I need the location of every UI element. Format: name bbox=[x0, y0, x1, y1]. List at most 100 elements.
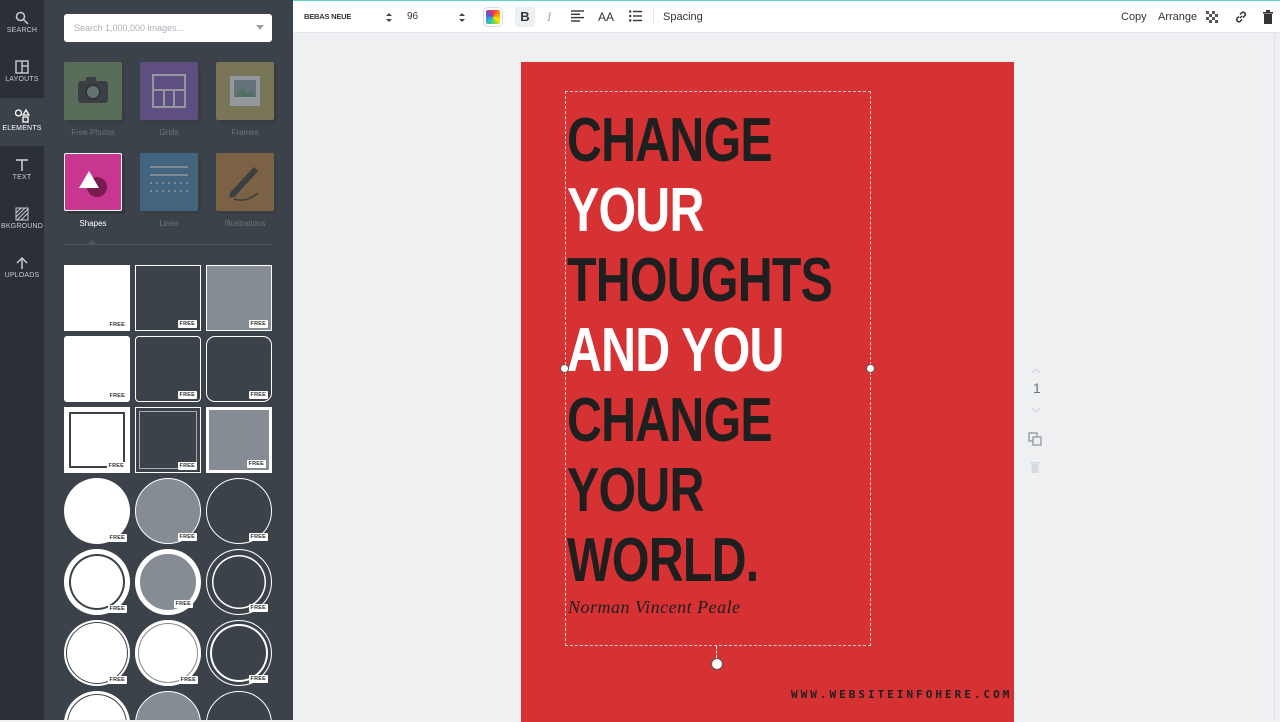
rail-text[interactable]: TEXT bbox=[0, 147, 44, 195]
shape-frame-white[interactable]: FREE bbox=[64, 407, 130, 473]
free-badge: FREE bbox=[178, 676, 198, 684]
category-label: Free Photos bbox=[71, 128, 115, 137]
copy-button[interactable]: Copy bbox=[1121, 1, 1147, 33]
trash-icon[interactable] bbox=[1262, 10, 1274, 24]
design-page[interactable]: CHANGE YOUR THOUGHTS AND YOU CHANGE YOUR… bbox=[521, 62, 1014, 722]
rail-background[interactable]: BKGROUND bbox=[0, 196, 44, 244]
rail-search[interactable]: SEARCH bbox=[0, 0, 44, 48]
category-label: Lines bbox=[159, 219, 179, 228]
elements-panel: Free Photos Grids Frames Shapes Lines Il… bbox=[44, 0, 293, 720]
free-badge: FREE bbox=[107, 392, 127, 400]
shape-square-dark[interactable]: FREE bbox=[135, 265, 201, 331]
shape-dotted-ring-white[interactable]: FREE bbox=[135, 620, 201, 686]
background-icon bbox=[15, 207, 29, 221]
quote-line: YOUR bbox=[567, 456, 704, 525]
quote-line: CHANGE bbox=[567, 386, 773, 455]
shape-circle-white[interactable]: FREE bbox=[64, 478, 130, 544]
shape-rounded-dark[interactable]: FREE bbox=[135, 336, 201, 402]
category-frames[interactable]: Frames bbox=[216, 62, 274, 137]
category-lines[interactable]: Lines bbox=[140, 153, 198, 228]
free-badge: FREE bbox=[107, 676, 127, 684]
category-label: Frames bbox=[231, 128, 259, 137]
free-badge: FREE bbox=[177, 320, 197, 328]
bold-button[interactable]: B bbox=[515, 7, 535, 27]
rail-layouts[interactable]: LAYOUTS bbox=[0, 49, 44, 97]
image-search[interactable] bbox=[64, 14, 272, 42]
font-family-select[interactable]: BEBAS NEUE bbox=[304, 1, 351, 33]
left-rail: SEARCH LAYOUTS ELEMENTS TEXT BKGROUND UP… bbox=[0, 0, 44, 720]
shape-double-ring-dark[interactable]: FREE bbox=[206, 620, 272, 686]
free-badge: FREE bbox=[248, 675, 268, 683]
search-icon bbox=[15, 11, 29, 25]
shape-dashed-circle-dark[interactable] bbox=[206, 691, 272, 720]
rail-label-uploads: UPLOADS bbox=[4, 272, 40, 279]
quote-line: THOUGHTS bbox=[567, 246, 833, 315]
shape-square-gray[interactable]: FREE bbox=[206, 265, 272, 331]
category-free-photos[interactable]: Free Photos bbox=[64, 62, 122, 137]
elements-icon bbox=[14, 109, 30, 123]
free-badge: FREE bbox=[107, 605, 127, 613]
list-icon[interactable] bbox=[629, 10, 643, 24]
shape-rounded-outline[interactable]: FREE bbox=[206, 336, 272, 402]
free-badge: FREE bbox=[106, 462, 126, 470]
italic-button[interactable]: I bbox=[547, 7, 559, 27]
chevron-down-icon[interactable] bbox=[256, 25, 264, 30]
shape-ring-dark[interactable]: FREE bbox=[206, 549, 272, 615]
free-badge: FREE bbox=[177, 462, 197, 470]
chevron-up-icon[interactable] bbox=[1031, 367, 1041, 374]
category-label: Grids bbox=[159, 128, 179, 137]
category-illustrations[interactable]: Illustrations bbox=[216, 153, 274, 228]
transparency-icon[interactable] bbox=[1206, 11, 1218, 23]
rail-uploads[interactable]: UPLOADS bbox=[0, 245, 44, 293]
shape-dashed-circle-white[interactable] bbox=[64, 691, 130, 720]
shape-dashed-circle-gray[interactable] bbox=[135, 691, 201, 720]
quote-line: CHANGE bbox=[567, 106, 773, 175]
uppercase-button[interactable]: AA bbox=[598, 1, 614, 33]
shape-rounded-white[interactable]: FREE bbox=[64, 336, 130, 402]
shape-circle-dark[interactable]: FREE bbox=[206, 478, 272, 544]
free-badge: FREE bbox=[246, 460, 266, 468]
shape-ring-gray[interactable]: FREE bbox=[135, 549, 201, 615]
shape-double-ring-white[interactable]: FREE bbox=[64, 620, 130, 686]
category-shapes[interactable]: Shapes bbox=[64, 153, 122, 228]
chevron-down-icon[interactable] bbox=[1031, 407, 1041, 414]
resize-handle-left[interactable] bbox=[560, 364, 569, 373]
shape-frame-gray[interactable]: FREE bbox=[206, 407, 272, 473]
toolbar-divider bbox=[653, 9, 654, 25]
rail-label-elements: ELEMENTS bbox=[2, 125, 42, 132]
rotate-handle-icon[interactable] bbox=[711, 658, 723, 670]
rail-label-background: BKGROUND bbox=[0, 223, 44, 230]
search-input[interactable] bbox=[64, 14, 244, 42]
spacing-button[interactable]: Spacing bbox=[663, 1, 703, 33]
shapes-icon bbox=[64, 153, 122, 211]
text-toolbar: BEBAS NEUE 96 B I AA Spacing Copy Arrang… bbox=[293, 0, 1280, 33]
resize-handle-right[interactable] bbox=[866, 364, 875, 373]
font-size-arrows-icon[interactable] bbox=[459, 13, 465, 22]
font-select-arrows-icon[interactable] bbox=[386, 13, 392, 22]
shape-ring-white[interactable]: FREE bbox=[64, 549, 130, 615]
quote-lines: CHANGE YOUR THOUGHTS AND YOU CHANGE YOUR… bbox=[567, 106, 907, 596]
vertical-scrollbar[interactable] bbox=[1274, 33, 1280, 720]
font-size-input[interactable]: 96 bbox=[407, 1, 418, 33]
shape-frame-dark[interactable]: FREE bbox=[135, 407, 201, 473]
free-badge: FREE bbox=[177, 391, 197, 399]
duplicate-page-icon[interactable] bbox=[1028, 432, 1042, 446]
frame-icon bbox=[216, 62, 274, 120]
upload-icon bbox=[16, 256, 28, 269]
align-left-icon[interactable] bbox=[571, 10, 585, 24]
delete-page-icon[interactable] bbox=[1030, 461, 1040, 473]
page-number: 1 bbox=[1033, 380, 1041, 396]
text-color-picker[interactable] bbox=[484, 8, 502, 26]
arrange-button[interactable]: Arrange bbox=[1158, 1, 1197, 33]
category-grids[interactable]: Grids bbox=[140, 62, 198, 137]
quote-author: Norman Vincent Peale bbox=[568, 597, 741, 617]
shape-square-white[interactable]: FREE bbox=[64, 265, 130, 331]
rail-elements[interactable]: ELEMENTS bbox=[0, 98, 44, 146]
rail-label-search: SEARCH bbox=[6, 27, 38, 34]
quote-text-box[interactable]: CHANGE YOUR THOUGHTS AND YOU CHANGE YOUR… bbox=[565, 91, 871, 646]
link-icon[interactable] bbox=[1234, 10, 1248, 24]
divider-notch bbox=[87, 240, 97, 245]
shape-circle-gray[interactable]: FREE bbox=[135, 478, 201, 544]
free-badge: FREE bbox=[248, 604, 268, 612]
grid-icon bbox=[140, 62, 198, 120]
